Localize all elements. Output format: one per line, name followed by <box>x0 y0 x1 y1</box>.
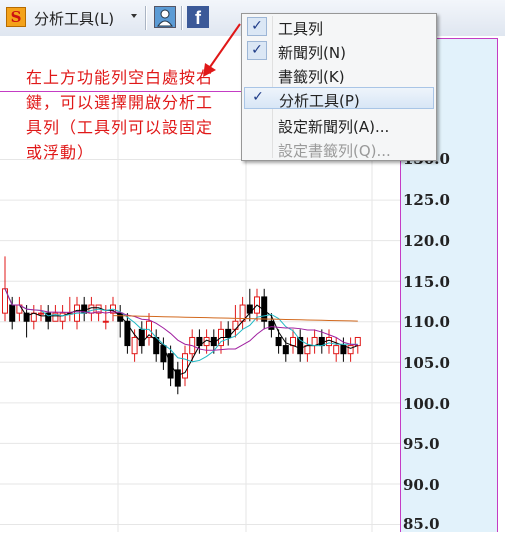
annotation-text: 在上方功能列空白處按右鍵，可以選擇開啟分析工具列（工具列可以設固定或浮動） <box>26 68 214 162</box>
menu-item-bookmark-bar[interactable]: 書籤列(K) <box>244 64 434 86</box>
candle-body <box>304 345 311 355</box>
candle-body <box>182 353 188 379</box>
candle-body <box>30 312 37 322</box>
price-label: 95.0 <box>403 435 440 453</box>
price-label: 90.0 <box>403 476 440 494</box>
candle-body <box>9 304 16 322</box>
menu-item-set-news-bar[interactable]: 設定新聞列(A)... <box>244 114 434 136</box>
menu-item-label: 分析工具(P) <box>279 92 360 110</box>
price-label: 110.0 <box>403 313 450 331</box>
menu-item-analysis-tools[interactable]: ✓ 分析工具(P) <box>244 87 434 110</box>
candle-body <box>232 320 239 330</box>
menu-item-news-bar[interactable]: ✓ 新聞列(N) <box>244 40 434 62</box>
candle-body <box>282 345 289 355</box>
checkmark-icon: ✓ <box>252 89 264 105</box>
candle-body <box>246 304 253 314</box>
candle-body <box>160 345 167 363</box>
price-label: 125.0 <box>403 191 450 209</box>
price-label: 115.0 <box>403 273 450 291</box>
candle-body <box>59 312 66 322</box>
candle-body <box>275 336 282 347</box>
candle-body <box>88 304 95 314</box>
candle-body <box>326 336 332 347</box>
menu-item-label: 設定新聞列(A)... <box>278 118 390 136</box>
price-label: 105.0 <box>403 354 450 372</box>
candle-body <box>124 320 131 347</box>
candle-body <box>290 336 296 347</box>
menu-item-toolbar[interactable]: ✓ 工具列 <box>244 16 434 38</box>
candle-body <box>268 320 275 330</box>
candle-body <box>102 320 109 323</box>
checkmark-icon: ✓ <box>247 41 267 60</box>
candle-body <box>167 353 174 379</box>
toolbar-context-menu: ✓ 工具列 ✓ 新聞列(N) 書籤列(K) ✓ 分析工具(P) 設定新聞列(A)… <box>241 13 437 161</box>
candle-body <box>23 312 30 322</box>
menu-item-label: 新聞列(N) <box>278 44 346 62</box>
candle-body <box>311 336 318 347</box>
candle-body <box>347 345 354 355</box>
checkmark-icon: ✓ <box>247 17 267 36</box>
menu-item-label: 設定書籤列(Q)... <box>278 142 391 160</box>
menu-item-label: 工具列 <box>278 20 324 38</box>
candle-body <box>318 336 325 347</box>
price-label: 120.0 <box>403 232 450 250</box>
candle-body <box>340 345 347 355</box>
candle-body <box>333 345 340 355</box>
price-label: 85.0 <box>403 515 440 533</box>
candle-body <box>131 336 138 355</box>
price-label: 100.0 <box>403 395 450 413</box>
candle-body <box>38 312 44 315</box>
menu-item-label: 書籤列(K) <box>278 68 345 86</box>
menu-item-set-bookmark-bar: 設定書籤列(Q)... <box>244 138 434 160</box>
candle-body <box>225 328 232 338</box>
